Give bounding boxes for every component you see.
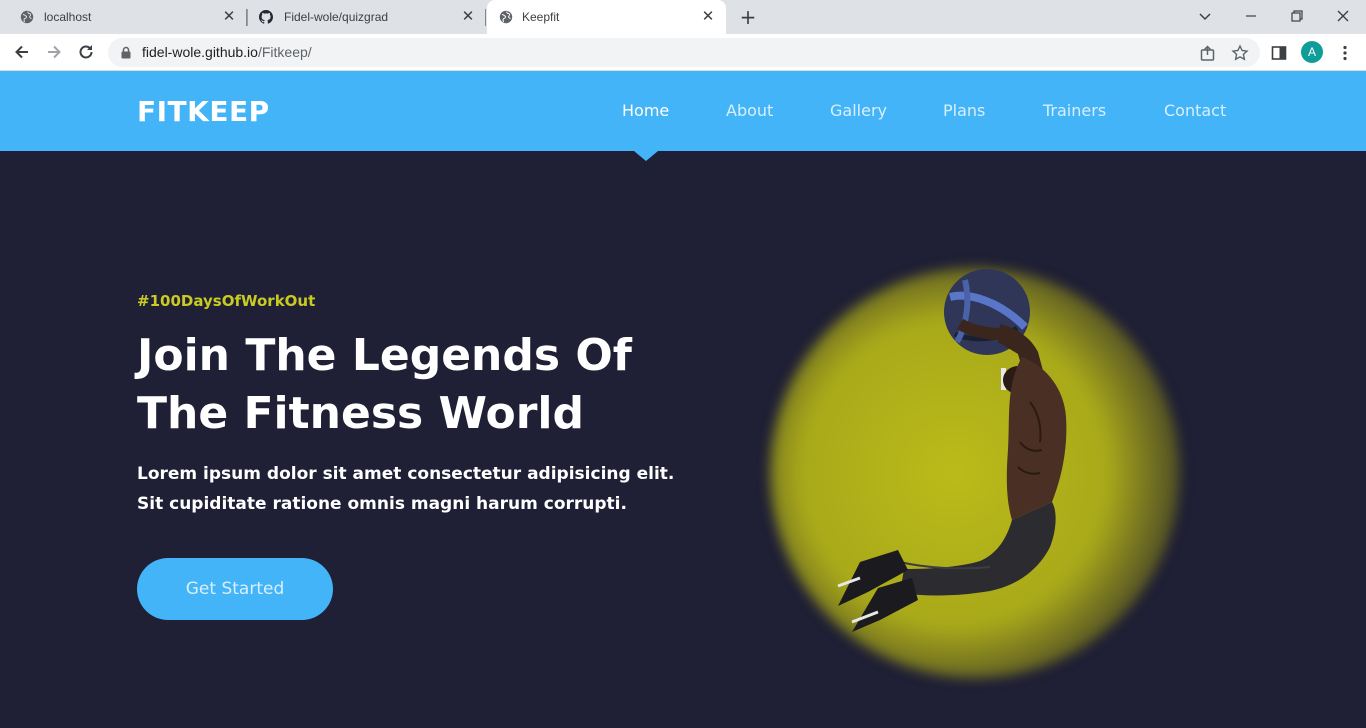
close-icon[interactable]: ✕ bbox=[221, 9, 237, 25]
get-started-button[interactable]: Get Started bbox=[137, 558, 333, 620]
hero-title-line-1: Join The Legends Of bbox=[137, 330, 632, 381]
nav-plans[interactable]: Plans bbox=[943, 101, 985, 120]
minimize-icon[interactable] bbox=[1241, 6, 1261, 26]
tab-title: Keepfit bbox=[522, 10, 560, 24]
restore-icon[interactable] bbox=[1287, 6, 1307, 26]
nav-trainers[interactable]: Trainers bbox=[1043, 101, 1106, 120]
athlete-with-medicine-ball-image bbox=[837, 269, 1067, 632]
new-tab-plus-icon[interactable]: + bbox=[738, 7, 758, 27]
share-icon[interactable] bbox=[1199, 44, 1217, 62]
globe-icon bbox=[499, 10, 513, 24]
forward-arrow-icon[interactable] bbox=[44, 42, 64, 62]
reload-icon[interactable] bbox=[76, 42, 96, 62]
address-bar[interactable]: fidel-wole.github.io/Fitkeep/ bbox=[108, 38, 1260, 67]
bookmark-star-icon[interactable] bbox=[1231, 44, 1249, 62]
hero-hashtag: #100DaysOfWorkOut bbox=[137, 292, 316, 310]
profile-avatar[interactable]: A bbox=[1301, 41, 1323, 63]
hero-title: Join The Legends Of The Fitness World bbox=[137, 327, 697, 443]
more-vertical-icon[interactable] bbox=[1335, 43, 1355, 63]
tab-title: localhost bbox=[44, 10, 92, 24]
github-icon bbox=[259, 10, 273, 24]
close-icon[interactable]: ✕ bbox=[700, 9, 716, 25]
tab-search-chevron-down-icon[interactable] bbox=[1195, 6, 1215, 26]
browser-tab-strip: localhost ✕ Fidel-wole/quizgrad ✕ Keepfi… bbox=[0, 0, 1366, 34]
browser-tab-keepfit[interactable]: Keepfit ✕ bbox=[487, 0, 726, 34]
url-path: /Fitkeep/ bbox=[257, 44, 312, 60]
nav-about[interactable]: About bbox=[726, 101, 773, 120]
url-text[interactable]: fidel-wole.github.io/Fitkeep/ bbox=[142, 44, 312, 60]
globe-icon bbox=[20, 10, 34, 24]
tab-title: Fidel-wole/quizgrad bbox=[284, 10, 389, 24]
nav-gallery[interactable]: Gallery bbox=[830, 101, 887, 120]
nav-contact[interactable]: Contact bbox=[1164, 101, 1226, 120]
hero-title-line-2: The Fitness World bbox=[137, 388, 585, 439]
close-icon[interactable]: ✕ bbox=[460, 9, 476, 25]
site-logo[interactable]: FITKEEP bbox=[137, 95, 270, 128]
site-header: FITKEEP Home About Gallery Plans Trainer… bbox=[0, 71, 1366, 151]
browser-tab-localhost[interactable]: localhost ✕ bbox=[0, 0, 247, 34]
hero-description-line-1: Lorem ipsum dolor sit amet consectetur a… bbox=[137, 464, 675, 484]
lock-icon[interactable] bbox=[120, 46, 132, 59]
back-arrow-icon[interactable] bbox=[12, 42, 32, 62]
url-host: fidel-wole.github.io bbox=[142, 44, 258, 60]
active-nav-indicator bbox=[634, 151, 658, 161]
browser-tab-quizgrad[interactable]: Fidel-wole/quizgrad ✕ bbox=[248, 0, 486, 34]
hero-description: Lorem ipsum dolor sit amet consectetur a… bbox=[137, 459, 677, 519]
browser-toolbar: fidel-wole.github.io/Fitkeep/ A bbox=[0, 34, 1366, 71]
side-panel-icon[interactable] bbox=[1269, 43, 1289, 63]
hero-description-line-2: Sit cupiditate ratione omnis magni harum… bbox=[137, 494, 627, 514]
nav-home[interactable]: Home bbox=[622, 101, 669, 120]
window-close-icon[interactable] bbox=[1333, 6, 1353, 26]
